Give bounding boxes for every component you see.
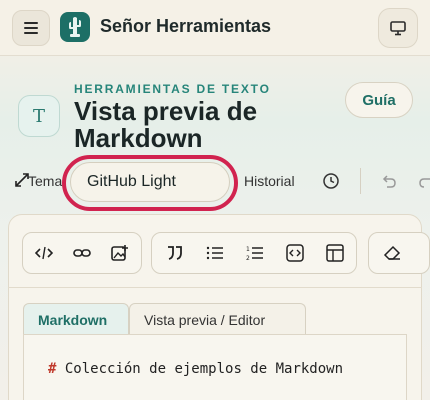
tool-type-icon: T	[18, 95, 60, 137]
numbered-list-button[interactable]: 1 2	[238, 233, 272, 273]
menu-button[interactable]	[12, 10, 50, 46]
toolbar-group-inline	[22, 232, 142, 274]
cactus-icon	[69, 17, 81, 37]
numbered-list-icon: 1 2	[246, 246, 263, 261]
bullet-list-icon	[206, 246, 223, 260]
clock-icon[interactable]	[322, 172, 340, 190]
tab-preview-editor[interactable]: Vista previa / Editor	[129, 303, 306, 335]
monitor-icon	[390, 21, 406, 36]
link-button[interactable]	[65, 233, 99, 273]
svg-text:1: 1	[246, 246, 250, 253]
eraser-icon	[383, 245, 401, 260]
toolbar-group-clear	[368, 232, 430, 274]
app-logo[interactable]	[60, 12, 90, 42]
image-button[interactable]	[103, 233, 137, 273]
page-title: Vista previa de Markdown	[74, 96, 258, 153]
toolbar-divider	[8, 287, 422, 288]
bullet-list-button[interactable]	[198, 233, 232, 273]
heading-marker: #	[48, 361, 57, 377]
highlight-annotation	[62, 155, 238, 211]
code-block-icon	[286, 244, 304, 262]
tab-markdown[interactable]: Markdown	[23, 303, 129, 335]
quote-button[interactable]	[158, 233, 192, 273]
hamburger-icon	[24, 22, 38, 34]
code-icon	[35, 246, 53, 260]
markdown-editor[interactable]: # Colección de ejemplos de Markdown	[23, 334, 407, 400]
quote-icon	[168, 246, 182, 260]
svg-text:2: 2	[246, 255, 250, 261]
guide-button[interactable]: Guía	[345, 82, 413, 118]
code-block-button[interactable]	[278, 233, 312, 273]
inline-code-button[interactable]	[27, 233, 61, 273]
toolbar-group-block: 1 2	[151, 232, 357, 274]
clear-format-button[interactable]	[375, 233, 409, 273]
table-icon	[326, 244, 344, 262]
redo-icon[interactable]	[418, 172, 430, 190]
history-button[interactable]: Historial	[244, 173, 295, 189]
undo-icon[interactable]	[380, 172, 398, 190]
category-eyebrow: HERRAMIENTAS DE TEXTO	[74, 82, 271, 96]
image-add-icon	[111, 245, 128, 261]
top-bar: Señor Herramientas	[0, 0, 430, 56]
app-title[interactable]: Señor Herramientas	[100, 16, 271, 37]
link-icon	[73, 249, 91, 257]
controls-divider	[360, 168, 361, 194]
theme-label: Tema	[28, 173, 63, 189]
display-toggle-button[interactable]	[378, 8, 418, 48]
editor-line-text: Colección de ejemplos de Markdown	[64, 361, 344, 377]
table-button[interactable]	[318, 233, 352, 273]
